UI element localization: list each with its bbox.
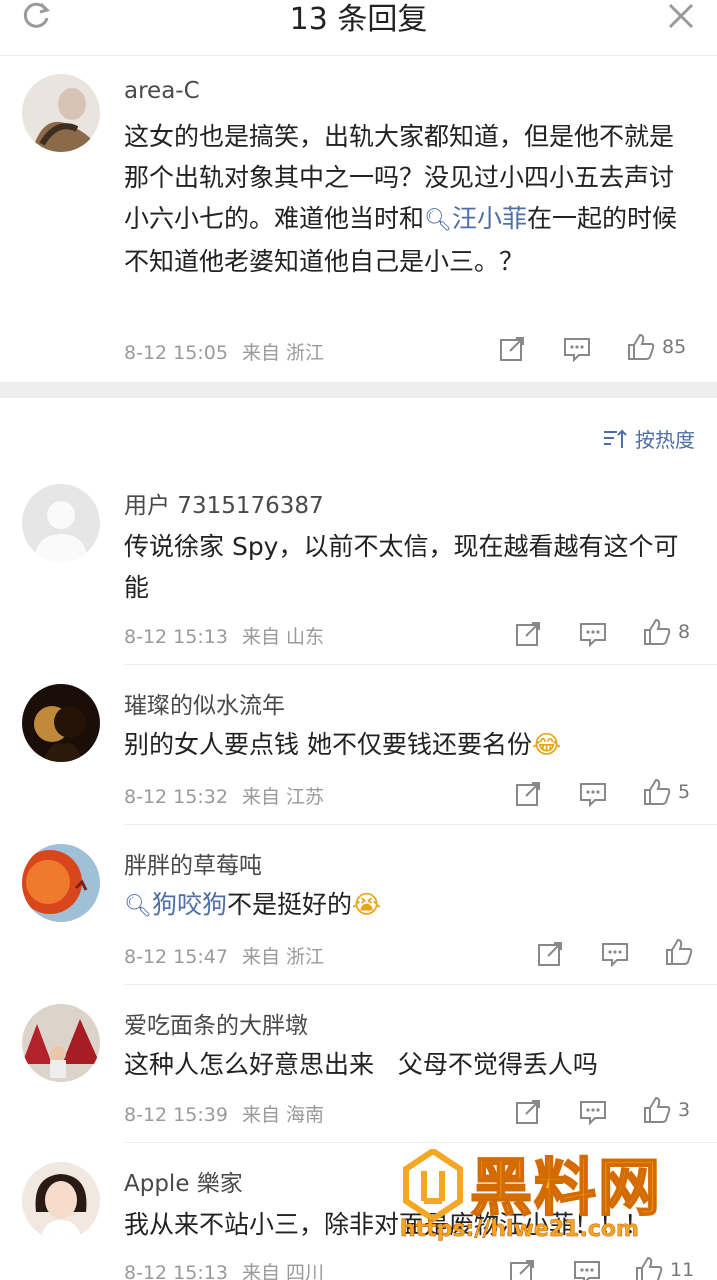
like-button[interactable]: 85 — [626, 332, 686, 362]
share-icon[interactable] — [514, 620, 542, 648]
avatar[interactable] — [22, 74, 100, 152]
row-divider — [124, 664, 717, 665]
like-icon — [628, 333, 655, 360]
like-icon — [666, 938, 693, 965]
watermark-url: https://hlwe21.com — [400, 1217, 639, 1243]
watermark-logo-icon — [403, 1149, 463, 1221]
comment-text: 这女的也是搞笑，出轨大家都知道，但是他不就是那个出轨对象其中之一吗？没见过小四小… — [124, 116, 684, 282]
share-icon[interactable] — [514, 780, 542, 808]
topic-link[interactable]: 狗咬狗 — [152, 890, 227, 919]
reply-time: 8-12 15:39 — [124, 1104, 228, 1126]
avatar[interactable] — [22, 684, 100, 762]
top-bar: 13 条回复 — [0, 0, 717, 56]
reply-username[interactable]: Apple 樂家 — [124, 1164, 243, 1198]
watermark: 黑料网 https://hlwe21.com — [400, 1145, 700, 1255]
row-divider — [124, 984, 717, 985]
share-icon[interactable] — [536, 940, 564, 968]
comment-location: 来自 浙江 — [241, 342, 325, 364]
laughing-crying-emoji-icon: 😂 — [531, 730, 562, 759]
reply-username[interactable]: 胖胖的草莓吨 — [124, 846, 262, 880]
search-icon: 🔍︎ — [124, 894, 152, 919]
like-button[interactable]: 3 — [642, 1095, 690, 1125]
reply-location: 来自 江苏 — [241, 786, 325, 808]
comment-time: 8-12 15:05 — [124, 342, 228, 364]
reply-meta: 8-12 15:13 来自 四川 — [124, 1258, 324, 1280]
like-button[interactable] — [664, 937, 694, 967]
search-icon: 🔍︎ — [424, 208, 452, 233]
reply-location: 来自 浙江 — [241, 946, 325, 968]
reply-location: 来自 山东 — [241, 626, 325, 648]
like-count: 3 — [678, 1099, 691, 1121]
section-divider — [0, 382, 717, 398]
reply-text-body: 别的女人要点钱 她不仅要钱还要名份 — [124, 730, 532, 759]
avatar[interactable] — [22, 1162, 100, 1240]
like-icon — [644, 618, 671, 645]
reply-meta: 8-12 15:13 来自 山东 — [124, 622, 324, 649]
reply-username[interactable]: 爱吃面条的大胖墩 — [124, 1006, 308, 1040]
reply-location: 来自 四川 — [241, 1262, 325, 1280]
avatar[interactable] — [22, 1004, 100, 1082]
comment-icon[interactable] — [572, 1258, 602, 1280]
comment-meta: 8-12 15:05 来自 浙江 — [124, 338, 324, 365]
topic-link[interactable]: 汪小菲 — [452, 204, 527, 233]
reply-text: 🔍︎狗咬狗不是挺好的😭 — [124, 884, 694, 927]
sort-icon — [604, 429, 627, 448]
row-divider — [124, 824, 717, 825]
avatar[interactable] — [22, 484, 100, 562]
sort-label: 按热度 — [635, 428, 695, 452]
like-icon — [636, 1256, 663, 1280]
like-icon — [644, 1096, 671, 1123]
reply-time: 8-12 15:32 — [124, 786, 228, 808]
reply-text-body: 不是挺好的 — [226, 890, 352, 919]
like-button[interactable]: 11 — [634, 1255, 694, 1280]
reply-text: 别的女人要点钱 她不仅要钱还要名份😂 — [124, 724, 694, 765]
comment-icon[interactable] — [578, 1098, 608, 1126]
reply-username[interactable]: 用户 7315176387 — [124, 486, 324, 520]
reply-text: 这种人怎么好意思出来 父母不觉得丢人吗 — [124, 1050, 598, 1079]
comment-username[interactable]: area-C — [124, 78, 200, 104]
comment-icon[interactable] — [578, 780, 608, 808]
reply-meta: 8-12 15:39 来自 海南 — [124, 1100, 324, 1127]
like-button[interactable]: 8 — [642, 617, 690, 647]
reply-location: 来自 海南 — [241, 1104, 325, 1126]
like-count: 11 — [670, 1259, 695, 1280]
close-icon[interactable] — [663, 0, 699, 32]
comment-icon[interactable] — [578, 620, 608, 648]
page-title: 13 条回复 — [289, 2, 428, 37]
share-icon[interactable] — [498, 335, 526, 363]
sort-button[interactable]: 按热度 — [603, 424, 695, 453]
reply-meta: 8-12 15:32 来自 江苏 — [124, 782, 324, 809]
crying-emoji-icon: 😭 — [351, 890, 382, 919]
reply-time: 8-12 15:13 — [124, 626, 228, 648]
comment-icon[interactable] — [562, 335, 592, 363]
like-button[interactable]: 5 — [642, 777, 690, 807]
share-icon[interactable] — [508, 1258, 536, 1280]
avatar[interactable] — [22, 844, 100, 922]
share-icon[interactable] — [514, 1098, 542, 1126]
reply-time: 8-12 15:47 — [124, 946, 228, 968]
main-comment: area-C 这女的也是搞笑，出轨大家都知道，但是他不就是那个出轨对象其中之一吗… — [0, 56, 717, 382]
reply-text: 传说徐家 Spy，以前不太信，现在越看越有这个可能 — [124, 532, 679, 602]
watermark-title: 黑料网 — [469, 1150, 663, 1225]
reply-time: 8-12 15:13 — [124, 1262, 228, 1280]
comment-icon[interactable] — [600, 940, 630, 968]
like-icon — [644, 778, 671, 805]
like-count: 85 — [662, 336, 687, 358]
reply-username[interactable]: 璀璨的似水流年 — [124, 686, 285, 720]
like-count: 8 — [678, 621, 691, 643]
reply-meta: 8-12 15:47 来自 浙江 — [124, 942, 324, 969]
like-count: 5 — [678, 781, 691, 803]
